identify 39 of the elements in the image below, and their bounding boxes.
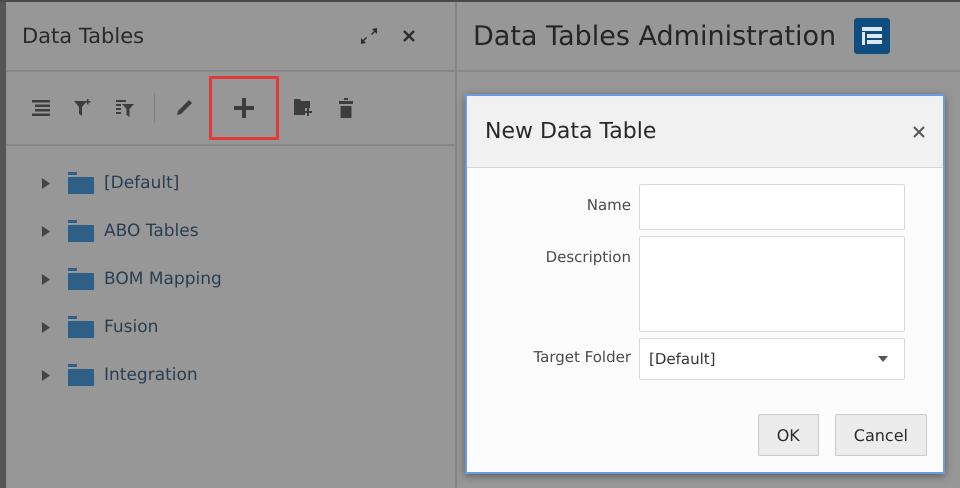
- folder-icon: [68, 220, 94, 242]
- caret-right-icon[interactable]: [42, 322, 52, 332]
- filter-list-icon: [116, 99, 134, 117]
- caret-right-icon[interactable]: [42, 274, 52, 284]
- tree-item[interactable]: Integration: [104, 365, 198, 385]
- caret-right-icon[interactable]: [42, 178, 52, 188]
- close-icon[interactable]: [913, 126, 925, 138]
- list-icon: [32, 100, 50, 116]
- dialog-button[interactable]: OK: [758, 414, 819, 456]
- plus-button[interactable]: [209, 76, 279, 140]
- dialog-button[interactable]: Cancel: [834, 414, 927, 456]
- panel-title: Data Tables: [22, 24, 144, 48]
- close-icon[interactable]: [403, 30, 415, 42]
- description-input[interactable]: [639, 236, 905, 332]
- field-label: Target Folder: [532, 347, 631, 368]
- folder-dropdown[interactable]: [Default]: [639, 338, 905, 380]
- field-label: Name: [586, 195, 631, 216]
- folder-plus-icon: [294, 99, 314, 117]
- folder-icon: [68, 364, 94, 386]
- table-icon: [854, 18, 890, 54]
- page-title: Data Tables Administration: [473, 20, 836, 52]
- name-input[interactable]: [639, 184, 905, 230]
- tree-item[interactable]: BOM Mapping: [104, 269, 222, 289]
- tree-item[interactable]: [Default]: [104, 173, 180, 193]
- plus-icon: [234, 98, 254, 118]
- folder-icon: [68, 172, 94, 194]
- expand-icon[interactable]: [361, 28, 377, 44]
- dialog-title: New Data Table: [485, 119, 656, 144]
- trash-icon: [339, 98, 353, 118]
- caret-right-icon[interactable]: [42, 226, 52, 236]
- caret-right-icon[interactable]: [42, 370, 52, 380]
- caret-down-icon[interactable]: [878, 356, 888, 362]
- folder-icon: [68, 268, 94, 290]
- tree-item[interactable]: Fusion: [104, 317, 158, 337]
- tree-item[interactable]: ABO Tables: [104, 221, 199, 241]
- filter-plus-icon: [74, 99, 92, 117]
- folder-icon: [68, 316, 94, 338]
- field-label: Description: [544, 247, 631, 268]
- pencil-icon: [175, 99, 193, 117]
